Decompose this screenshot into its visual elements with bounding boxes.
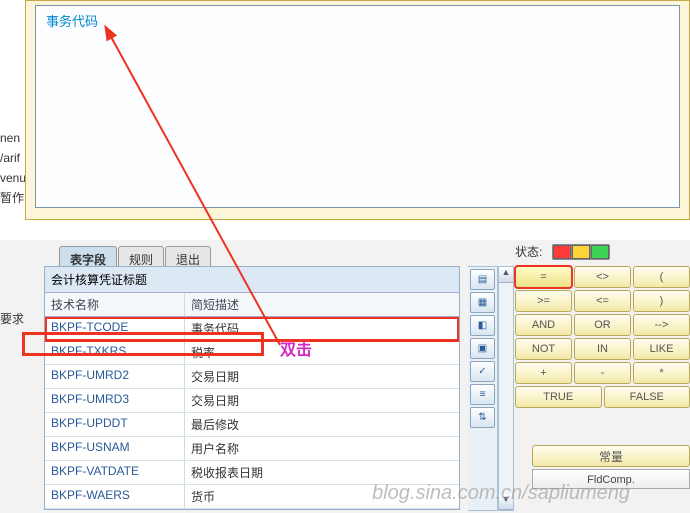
code-area: 事务代码 [35, 5, 680, 208]
operator-button[interactable]: AND [515, 314, 572, 336]
table-row[interactable]: BKPF-USNAM用户名称 [45, 437, 459, 461]
constants-header[interactable]: 常量 [532, 445, 690, 467]
table-row[interactable]: BKPF-UPDDT最后修改 [45, 413, 459, 437]
toolbar-button[interactable]: ▦ [470, 292, 495, 313]
cell-tech: BKPF-UMRD3 [45, 389, 185, 412]
operator-button[interactable]: ) [633, 290, 690, 312]
vertical-toolbar: ▤▦◧▣✓≡⇅ [468, 266, 498, 511]
col-description: 简短描述 [185, 293, 459, 316]
light-yellow-icon [572, 245, 590, 259]
operator-button[interactable]: + [515, 362, 572, 384]
toolbar-button[interactable]: ▣ [470, 338, 495, 359]
col-tech-name: 技术名称 [45, 293, 185, 316]
operator-button[interactable]: FALSE [604, 386, 690, 408]
cell-desc: 税率 [185, 341, 459, 364]
lower-container: 要求 表字段 规则 退出 会计核算凭证标题 技术名称 简短描述 BKPF-TCO… [0, 240, 690, 513]
trunc-label: nen [0, 128, 25, 148]
cell-tech: BKPF-TXKRS [45, 341, 185, 364]
status-lights [552, 244, 610, 260]
cell-tech: BKPF-VATDATE [45, 461, 185, 484]
status-label: 状态: [515, 243, 542, 260]
table-row[interactable]: BKPF-UMRD2交易日期 [45, 365, 459, 389]
column-headers: 技术名称 简短描述 [45, 293, 459, 317]
request-label: 要求 [0, 310, 24, 327]
trunc-label: 暂作 [0, 188, 25, 208]
operator-button[interactable]: - [574, 362, 631, 384]
field-token[interactable]: 事务代码 [46, 11, 98, 30]
annotation-dblclick-text: 双击 [280, 336, 312, 360]
cell-tech: BKPF-WAERS [45, 485, 185, 508]
scrollbar[interactable]: ▲ ▼ [498, 266, 514, 511]
trunc-label: /arif [0, 148, 25, 168]
cell-desc: 交易日期 [185, 365, 459, 388]
toolbar-button[interactable]: ▤ [470, 269, 495, 290]
light-green-icon [591, 245, 609, 259]
operator-button[interactable]: TRUE [515, 386, 602, 408]
group-header[interactable]: 会计核算凭证标题 [45, 267, 459, 293]
operator-button[interactable]: --> [633, 314, 690, 336]
trunc-label: venu [0, 168, 25, 188]
operator-button[interactable]: * [633, 362, 690, 384]
fields-panel: 会计核算凭证标题 技术名称 简短描述 BKPF-TCODE事务代码BKPF-TX… [44, 266, 460, 510]
cell-tech: BKPF-UMRD2 [45, 365, 185, 388]
watermark: blog.sina.com.cn/sapliumeng [372, 482, 630, 505]
left-truncated-labels: nen /arif venu 暂作 [0, 128, 25, 208]
cell-desc: 交易日期 [185, 389, 459, 412]
operator-grid: =<>( >=<=) ANDOR--> NOTINLIKE +-* TRUEFALSE [515, 266, 690, 410]
cell-tech: BKPF-UPDDT [45, 413, 185, 436]
light-red-icon [553, 245, 571, 259]
cell-desc: 税收报表日期 [185, 461, 459, 484]
scroll-track[interactable] [499, 283, 513, 494]
operator-button[interactable]: >= [515, 290, 572, 312]
cell-desc: 用户名称 [185, 437, 459, 460]
cell-tech: BKPF-TCODE [45, 317, 185, 340]
operator-button[interactable]: <> [574, 266, 631, 288]
operator-button[interactable]: <= [574, 290, 631, 312]
scroll-up-icon[interactable]: ▲ [499, 267, 513, 283]
operator-button[interactable]: ( [633, 266, 690, 288]
cell-tech: BKPF-USNAM [45, 437, 185, 460]
tab-area: 表字段 规则 退出 会计核算凭证标题 技术名称 简短描述 BKPF-TCODE事… [44, 240, 690, 510]
operator-button[interactable]: = [515, 266, 572, 288]
table-row[interactable]: BKPF-TXKRS税率 [45, 341, 459, 365]
toolbar-button[interactable]: ◧ [470, 315, 495, 336]
toolbar-button[interactable]: ✓ [470, 361, 495, 382]
table-row[interactable]: BKPF-UMRD3交易日期 [45, 389, 459, 413]
status-area: 状态: [515, 243, 690, 263]
operator-button[interactable]: NOT [515, 338, 572, 360]
operator-button[interactable]: OR [574, 314, 631, 336]
cell-desc: 事务代码 [185, 317, 459, 340]
field-rows: BKPF-TCODE事务代码BKPF-TXKRS税率BKPF-UMRD2交易日期… [45, 317, 459, 509]
cell-desc: 最后修改 [185, 413, 459, 436]
toolbar-button[interactable]: ≡ [470, 384, 495, 405]
table-row[interactable]: BKPF-TCODE事务代码 [45, 317, 459, 341]
operator-button[interactable]: IN [574, 338, 631, 360]
operator-button[interactable]: LIKE [633, 338, 690, 360]
toolbar-button[interactable]: ⇅ [470, 407, 495, 428]
